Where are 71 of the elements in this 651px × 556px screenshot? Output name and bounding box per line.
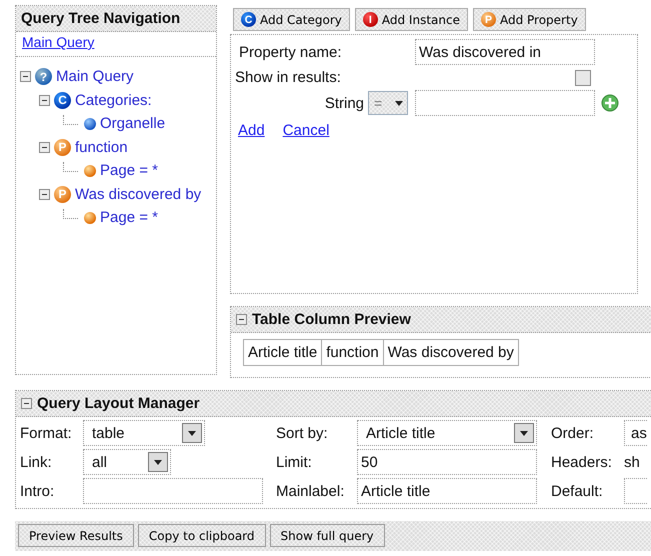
text-field[interactable] (83, 478, 263, 504)
field-label: Format: (20, 424, 73, 442)
form-link[interactable]: Cancel (282, 122, 330, 139)
collapse-toggle-icon[interactable] (39, 142, 50, 153)
ball-icon (84, 212, 96, 224)
field-label: Order: (551, 424, 595, 442)
add-button[interactable]: I Add Instance (354, 8, 468, 31)
query-icon: ? (35, 68, 52, 86)
field-label: Headers: (551, 454, 613, 470)
tree-connector-icon (63, 162, 78, 172)
field-label: Limit: (276, 454, 313, 470)
category-icon: C (54, 92, 71, 109)
column-header: function (321, 340, 383, 365)
text-field[interactable]: 50 (357, 449, 537, 475)
panel-title: Query Layout Manager (16, 391, 651, 417)
field-label: Sort by: (276, 424, 329, 442)
action-button[interactable]: Show full query (270, 524, 385, 547)
action-button[interactable]: Preview Results (18, 524, 134, 547)
action-button[interactable]: Copy to clipboard (138, 524, 266, 547)
dropdown[interactable] (624, 478, 647, 504)
add-button[interactable]: C Add Category (233, 8, 350, 31)
column-header: Article title (247, 343, 318, 363)
field-label: Default: (551, 482, 604, 500)
dropdown[interactable]: Article title (357, 420, 537, 446)
dropdown-arrow-icon (520, 430, 528, 436)
text-field[interactable]: Article title (357, 478, 537, 504)
ball-icon (84, 164, 96, 177)
property-icon: P (54, 138, 71, 156)
form-link[interactable]: Add (238, 122, 265, 139)
tree-item[interactable]: Main Query (56, 68, 134, 86)
column-header: Was discovered by (382, 340, 518, 365)
tree-item[interactable]: Was discovered by (75, 186, 202, 203)
tree-item[interactable]: Categories: (75, 92, 152, 109)
dropdown-arrow-icon (395, 100, 403, 106)
dropdown-arrow-icon (188, 430, 196, 436)
collapse-toggle-icon[interactable] (39, 188, 50, 200)
tree-connector-icon (63, 208, 78, 219)
add-button[interactable]: P Add Property (472, 8, 586, 31)
panel-title: Table Column Preview (231, 307, 651, 333)
operator-dropdown[interactable]: = (368, 91, 408, 115)
collapse-toggle-icon[interactable] (21, 398, 32, 409)
panel-title: Query Tree Navigation (16, 6, 216, 32)
instance-icon: I (362, 12, 378, 27)
field-label: Intro: (20, 482, 56, 500)
collapse-toggle-icon[interactable] (20, 71, 31, 82)
tree-item[interactable]: Page = * (100, 209, 158, 226)
tree-item[interactable]: function (75, 138, 128, 156)
dropdown-arrow-icon (154, 460, 162, 464)
property-icon: P (54, 186, 71, 203)
dropdown[interactable]: as (624, 420, 647, 446)
tree-item[interactable]: Page = * (100, 162, 158, 180)
tree-item[interactable]: Organelle (100, 115, 166, 132)
add-icon[interactable] (601, 94, 619, 112)
dropdown[interactable]: table (83, 420, 205, 446)
condition-type: String (324, 94, 365, 112)
breadcrumb-link[interactable]: Main Query (16, 32, 216, 57)
category-icon: C (241, 12, 256, 27)
dropdown[interactable]: all (83, 449, 171, 475)
property-name-field[interactable]: Was discovered in (415, 39, 595, 65)
property-icon: P (480, 12, 496, 27)
ball-icon (84, 118, 96, 130)
field-label: Property name: (238, 44, 343, 60)
tree-connector-icon (63, 114, 78, 125)
show-in-results-checkbox[interactable] (575, 70, 591, 86)
collapse-toggle-icon[interactable] (39, 94, 50, 106)
collapse-toggle-icon[interactable] (236, 314, 247, 325)
field-label: Link: (20, 454, 53, 470)
field-label: Mainlabel: (276, 482, 346, 500)
field-label: Show in results: (235, 69, 342, 86)
value-field[interactable] (415, 90, 595, 116)
field-value: sh (624, 454, 641, 470)
